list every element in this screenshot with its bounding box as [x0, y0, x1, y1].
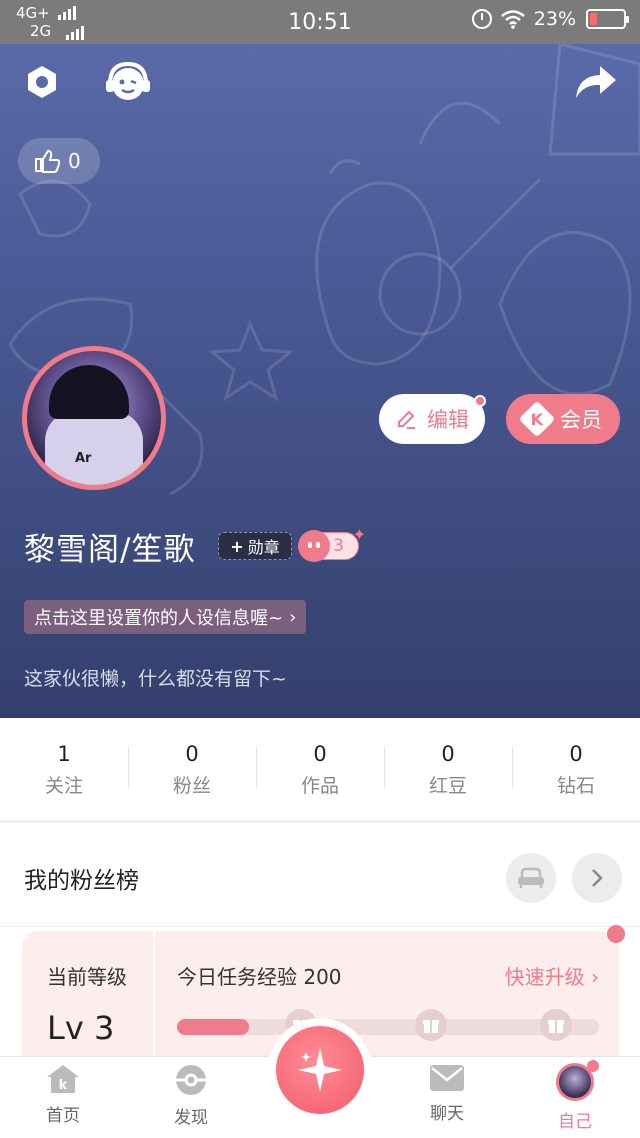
stat-red-beans[interactable]: 0 红豆: [384, 718, 512, 820]
battery-icon: [586, 9, 629, 29]
thumbs-up-icon: [35, 149, 60, 173]
level-badge-value: 3: [333, 536, 344, 556]
tab-home[interactable]: k 首页: [23, 1063, 103, 1126]
notification-dot: [607, 925, 625, 943]
fan-ranking-title: 我的粉丝榜: [24, 868, 139, 894]
sofa-icon: [506, 853, 556, 903]
daily-task-exp: 今日任务经验 200: [177, 965, 342, 989]
stat-diamonds[interactable]: 0 钻石: [512, 718, 640, 820]
tab-discover[interactable]: 发现: [151, 1063, 231, 1128]
pencil-icon: [398, 410, 415, 429]
center-create-button[interactable]: [268, 1018, 372, 1122]
mail-icon: [430, 1065, 464, 1091]
avatar-icon: [556, 1060, 599, 1101]
tab-chat[interactable]: 聊天: [407, 1063, 487, 1124]
like-button[interactable]: 0: [18, 138, 100, 184]
edit-label: 编辑: [427, 408, 469, 432]
sparkle-gem-icon: [298, 1048, 342, 1092]
username: 黎雪阁/笙歌: [24, 532, 196, 568]
avatar[interactable]: Ar: [22, 346, 166, 490]
quick-upgrade-link[interactable]: 快速升级 ›: [505, 961, 599, 990]
alarm-icon: [471, 9, 492, 29]
status-bar: 4G+ 2G 10:51 23%: [0, 0, 640, 44]
stat-following[interactable]: 1 关注: [0, 718, 128, 820]
persona-prompt-label: 点击这里设置你的人设信息喔~: [34, 608, 284, 629]
sparkle-icon: ✦: [352, 525, 366, 544]
edit-profile-button[interactable]: 编辑: [379, 394, 486, 444]
chevron-right-icon: ›: [289, 606, 297, 628]
profile-header: 0 Ar 编辑 K 会员 黎雪阁/笙歌 + 勋章 3 ✦ 点击这里设置你的人设信: [0, 44, 640, 718]
current-level-value: Lv 3: [47, 1009, 115, 1047]
level-face-icon: [298, 530, 330, 562]
svg-text:k: k: [59, 1078, 68, 1093]
vip-button[interactable]: K 会员: [506, 394, 620, 444]
wifi-icon: [500, 10, 525, 29]
medal-button[interactable]: + 勋章: [218, 532, 292, 560]
gift-icon[interactable]: [540, 1009, 572, 1041]
fan-ranking-row[interactable]: 我的粉丝榜: [0, 822, 640, 926]
stat-works[interactable]: 0 作品: [256, 718, 384, 820]
profile-page: 4G+ 2G 10:51 23% 0 Ar 编辑 K 会员 黎雪阁/笙歌 + 勋…: [0, 0, 640, 1138]
settings-icon[interactable]: [24, 64, 60, 100]
home-k-icon: k: [47, 1065, 79, 1093]
exp-progress-bar: [177, 1009, 599, 1041]
level-badge[interactable]: 3 ✦: [298, 525, 366, 562]
share-arrow-icon[interactable]: [574, 64, 618, 102]
discover-ball-icon: [176, 1065, 206, 1095]
persona-prompt-button[interactable]: 点击这里设置你的人设信息喔~ ›: [24, 600, 307, 634]
chevron-right-icon[interactable]: [572, 853, 622, 903]
plus-icon: +: [230, 536, 244, 556]
exp-progress-fill: [177, 1019, 249, 1035]
battery-percent: 23%: [533, 8, 576, 30]
current-level-label: 当前等级: [47, 965, 127, 989]
vip-k-icon: K: [518, 400, 556, 438]
gift-icon[interactable]: [415, 1009, 447, 1041]
headset-face-icon[interactable]: [104, 60, 152, 104]
stats-row: 1 关注 0 粉丝 0 作品 0 红豆 0 钻石: [0, 718, 640, 820]
notification-dot: [474, 395, 486, 407]
vip-label: 会员: [560, 408, 602, 432]
bio-text: 这家伙很懒，什么都没有留下~: [24, 668, 287, 690]
like-count: 0: [68, 149, 81, 173]
tab-me[interactable]: 自己: [535, 1060, 615, 1132]
stat-fans[interactable]: 0 粉丝: [128, 718, 256, 820]
medal-label: 勋章: [247, 538, 280, 557]
